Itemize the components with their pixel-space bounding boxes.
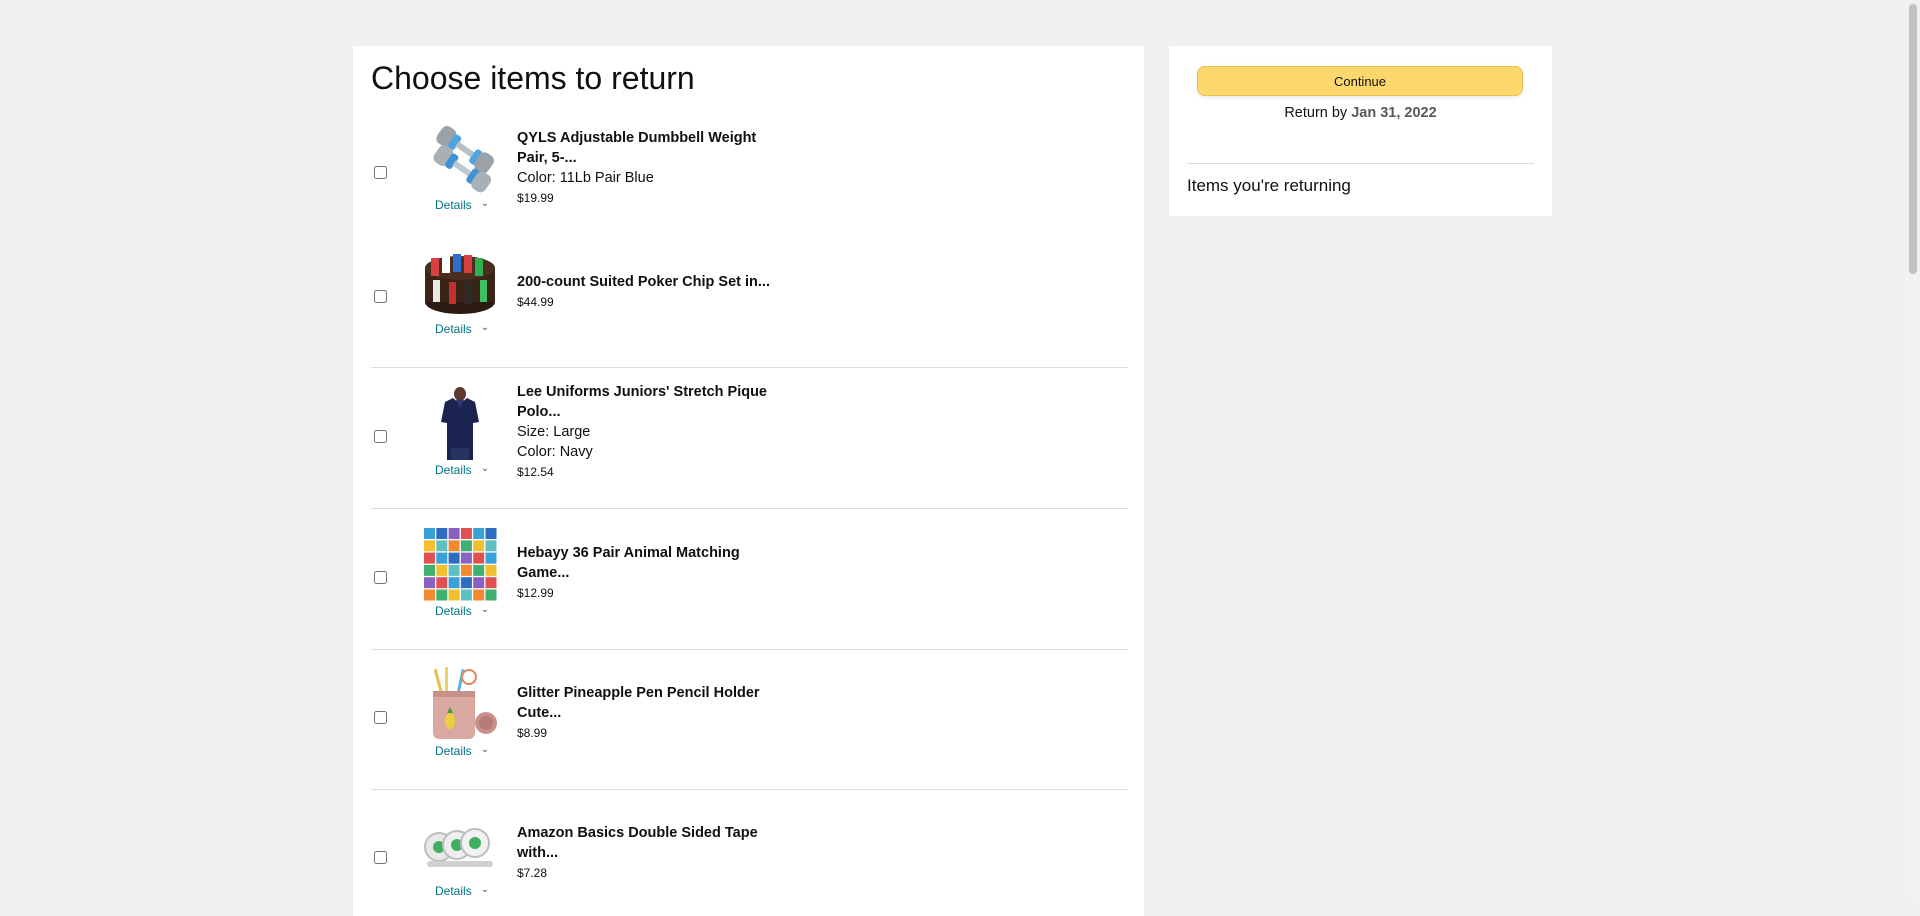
item-info-matching-game: Hebayy 36 Pair Animal Matching Game... $… (517, 543, 787, 603)
polo-shirt-image[interactable] (423, 386, 498, 461)
item-checkbox-matching-game[interactable] (374, 571, 387, 584)
details-link-polo[interactable]: Details ⌄ (435, 462, 490, 478)
item-price: $12.99 (517, 586, 554, 600)
item-color: Color: 11Lb Pair Blue (517, 170, 654, 186)
item-info-dumbbell: QYLS Adjustable Dumbbell Weight Pair, 5-… (517, 128, 787, 208)
details-link-dumbbell[interactable]: Details ⌄ (435, 197, 490, 213)
item-checkbox-pencil-holder[interactable] (374, 711, 387, 724)
return-summary-card: Continue Return by Jan 31, 2022 Items yo… (1169, 46, 1552, 216)
items-returning-heading: Items you're returning (1187, 176, 1351, 195)
item-price: $19.99 (517, 191, 554, 205)
matching-game-image[interactable] (423, 527, 498, 602)
chevron-down-icon: ⌄ (480, 883, 490, 895)
item-info-tape: Amazon Basics Double Sided Tape with... … (517, 823, 787, 883)
row-divider (371, 789, 1128, 790)
chevron-down-icon: ⌄ (480, 462, 490, 474)
tape-image[interactable] (423, 807, 498, 882)
details-link-tape[interactable]: Details ⌄ (435, 883, 490, 899)
details-label: Details (435, 322, 472, 336)
item-checkbox-polo[interactable] (374, 430, 387, 443)
chevron-down-icon: ⌄ (480, 603, 490, 615)
item-price: $12.54 (517, 465, 554, 479)
details-label: Details (435, 604, 472, 618)
page-title: Choose items to return (371, 60, 695, 96)
chevron-down-icon: ⌄ (480, 743, 490, 755)
poker-chips-image[interactable] (423, 246, 498, 321)
chevron-down-icon: ⌄ (480, 321, 490, 333)
details-label: Details (435, 198, 472, 212)
return-by-date: Jan 31, 2022 (1351, 105, 1437, 121)
details-label: Details (435, 744, 472, 758)
item-title: Lee Uniforms Juniors' Stretch Pique Polo… (517, 384, 767, 420)
item-title: 200-count Suited Poker Chip Set in... (517, 274, 770, 290)
item-color: Color: Navy (517, 444, 593, 460)
details-link-poker-chips[interactable]: Details ⌄ (435, 321, 490, 337)
page-scrollbar[interactable] (1906, 0, 1920, 902)
items-card: Choose items to return Details ⌄ QYLS Ad… (353, 46, 1144, 916)
item-price: $44.99 (517, 295, 554, 309)
item-price: $8.99 (517, 726, 548, 740)
item-checkbox-poker-chips[interactable] (374, 290, 387, 303)
item-size: Size: Large (517, 424, 591, 440)
chevron-down-icon: ⌄ (480, 197, 490, 209)
item-info-pencil-holder: Glitter Pineapple Pen Pencil Holder Cute… (517, 683, 787, 743)
pencil-holder-image[interactable] (423, 667, 498, 742)
scrollbar-thumb[interactable] (1909, 4, 1917, 274)
continue-button[interactable]: Continue (1197, 66, 1523, 96)
dumbbell-image[interactable] (423, 120, 498, 195)
item-info-polo: Lee Uniforms Juniors' Stretch Pique Polo… (517, 382, 787, 482)
details-label: Details (435, 884, 472, 898)
item-price: $7.28 (517, 866, 548, 880)
item-info-poker-chips: 200-count Suited Poker Chip Set in... $4… (517, 272, 787, 312)
sidebar-divider (1187, 163, 1534, 164)
row-divider (371, 367, 1128, 368)
details-link-pencil-holder[interactable]: Details ⌄ (435, 743, 490, 759)
item-checkbox-tape[interactable] (374, 851, 387, 864)
item-title: QYLS Adjustable Dumbbell Weight Pair, 5-… (517, 130, 757, 166)
row-divider (371, 649, 1128, 650)
row-divider (371, 508, 1128, 509)
details-label: Details (435, 463, 472, 477)
item-title: Amazon Basics Double Sided Tape with... (517, 825, 758, 861)
item-checkbox-dumbbell[interactable] (374, 166, 387, 179)
return-by-text: Return by Jan 31, 2022 (1169, 105, 1552, 121)
item-title: Glitter Pineapple Pen Pencil Holder Cute… (517, 685, 760, 721)
return-by-prefix: Return by (1284, 105, 1348, 121)
item-title: Hebayy 36 Pair Animal Matching Game... (517, 545, 740, 581)
details-link-matching-game[interactable]: Details ⌄ (435, 603, 490, 619)
